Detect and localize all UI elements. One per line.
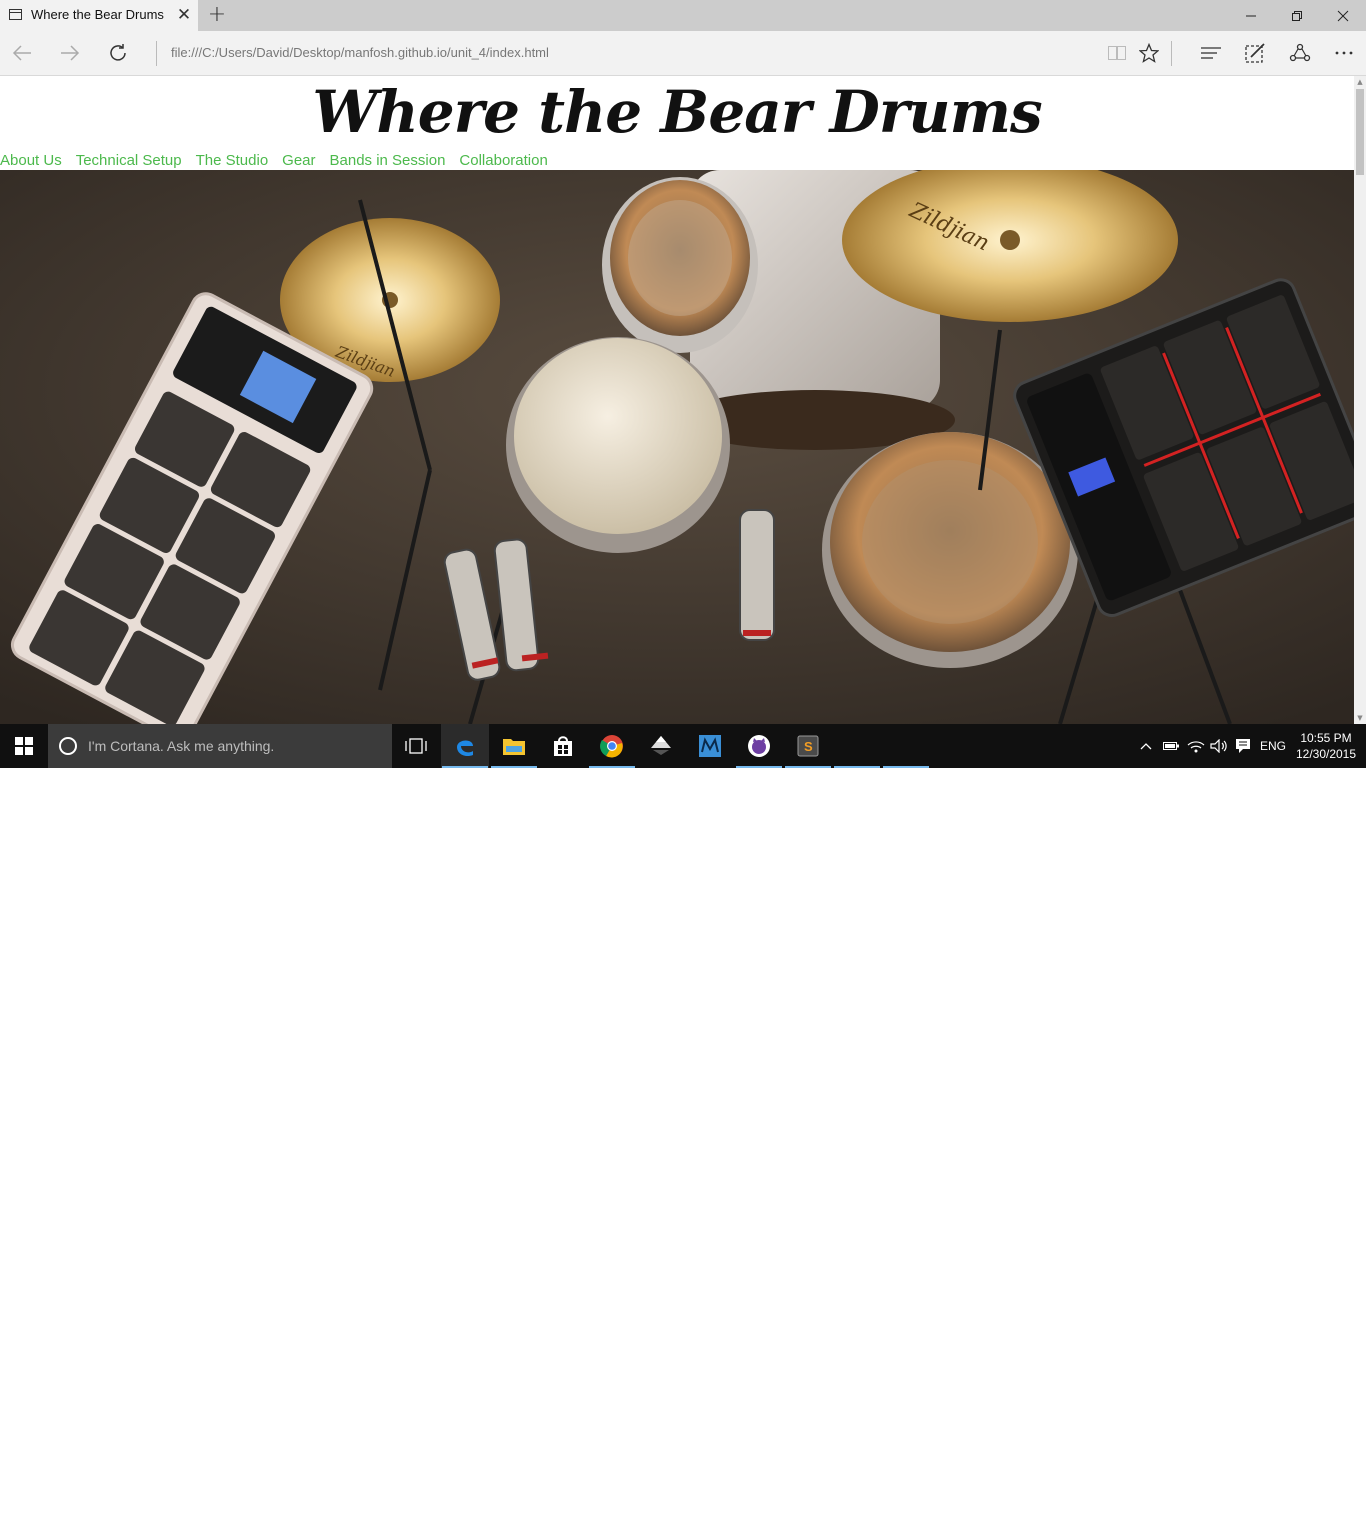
site-navigation: About Us Technical Setup The Studio Gear…: [0, 152, 562, 169]
web-note-button[interactable]: [1233, 31, 1277, 75]
more-icon: [1335, 51, 1353, 55]
task-view-button[interactable]: [392, 724, 440, 768]
scroll-thumb[interactable]: [1356, 89, 1364, 175]
nav-link-gear[interactable]: Gear: [282, 152, 315, 169]
restore-icon: [1292, 10, 1302, 21]
taskbar-inkscape[interactable]: [637, 724, 685, 768]
share-icon: [1289, 43, 1311, 62]
github-icon: [748, 735, 770, 757]
wifi-icon: [1187, 741, 1205, 753]
notification-icon: [1236, 739, 1250, 753]
taskbar-chrome[interactable]: [588, 724, 636, 768]
hub-icon: [1201, 47, 1221, 59]
taskbar-window-2[interactable]: [833, 724, 881, 768]
nav-link-technical-setup[interactable]: Technical Setup: [76, 152, 182, 169]
chevron-up-icon: [1140, 743, 1152, 750]
browser-tab[interactable]: Where the Bear Drums ✕: [0, 0, 198, 31]
taskbar-edge[interactable]: [441, 724, 489, 768]
page-icon: [9, 9, 22, 20]
favorite-button[interactable]: [1127, 31, 1171, 75]
battery-icon: [1163, 742, 1179, 750]
hero-drum-kit-image: Zildjian Zildjian: [0, 170, 1354, 724]
file-explorer-icon: [503, 739, 525, 755]
address-bar[interactable]: file:///C:/Users/David/Desktop/manfosh.g…: [171, 45, 549, 60]
taskbar-vmware[interactable]: [686, 724, 734, 768]
taskbar-github[interactable]: [735, 724, 783, 768]
browser-toolbar: file:///C:/Users/David/Desktop/manfosh.g…: [0, 31, 1366, 76]
nav-link-about-us[interactable]: About Us: [0, 152, 62, 169]
nav-link-the-studio[interactable]: The Studio: [196, 152, 269, 169]
star-icon: [1139, 43, 1159, 63]
refresh-icon: [110, 44, 126, 61]
drum-kit-photo: Zildjian Zildjian: [0, 170, 1354, 724]
back-arrow-icon: [12, 45, 31, 61]
speaker-icon: [1210, 739, 1227, 753]
taskbar-window-3[interactable]: [882, 724, 930, 768]
inkscape-icon: [651, 736, 671, 755]
windows-logo-icon: [15, 737, 33, 755]
page-viewport: Where the Bear Drums About Us Technical …: [0, 76, 1354, 724]
windows-taskbar: I'm Cortana. Ask me anything. S ENG 10:5…: [0, 724, 1366, 768]
share-button[interactable]: [1278, 31, 1322, 75]
action-center[interactable]: [1231, 724, 1255, 768]
volume-control[interactable]: [1208, 724, 1230, 768]
battery-status[interactable]: [1160, 724, 1182, 768]
web-note-icon: [1245, 43, 1265, 63]
nav-link-collaboration[interactable]: Collaboration: [459, 152, 547, 169]
forward-button[interactable]: [48, 31, 92, 75]
store-icon: [554, 736, 572, 756]
cortana-search-box[interactable]: I'm Cortana. Ask me anything.: [48, 724, 392, 768]
scroll-down-icon[interactable]: ▼: [1354, 712, 1366, 724]
cortana-placeholder: I'm Cortana. Ask me anything.: [88, 738, 275, 754]
more-button[interactable]: [1322, 31, 1366, 75]
system-clock[interactable]: 10:55 PM 12/30/2015: [1290, 730, 1362, 762]
forward-arrow-icon: [61, 45, 80, 61]
edge-icon: [457, 740, 473, 757]
vertical-scrollbar[interactable]: ▲ ▼: [1354, 76, 1366, 724]
network-status[interactable]: [1184, 724, 1208, 768]
refresh-button[interactable]: [96, 31, 140, 75]
task-view-icon: [405, 738, 427, 754]
close-window-button[interactable]: [1320, 0, 1366, 31]
vmware-icon: [699, 735, 721, 757]
cortana-icon: [59, 737, 77, 755]
svg-text:S: S: [804, 739, 813, 754]
reading-view-icon: [1108, 46, 1126, 60]
hub-button[interactable]: [1189, 31, 1233, 75]
back-button[interactable]: [0, 31, 44, 75]
close-icon: [1337, 10, 1349, 21]
taskbar-sublime-text[interactable]: S: [784, 724, 832, 768]
minimize-button[interactable]: [1228, 0, 1274, 31]
page-title: Where the Bear Drums: [312, 78, 1042, 146]
browser-titlebar: Where the Bear Drums ✕ +: [0, 0, 1366, 31]
input-language[interactable]: ENG: [1258, 724, 1288, 768]
close-tab-icon[interactable]: ✕: [176, 5, 192, 25]
address-separator: [156, 41, 157, 66]
new-tab-icon[interactable]: +: [206, 3, 228, 27]
tab-title: Where the Bear Drums: [31, 7, 164, 22]
restore-button[interactable]: [1274, 0, 1320, 31]
taskbar-file-explorer[interactable]: [490, 724, 538, 768]
taskbar-store[interactable]: [539, 724, 587, 768]
start-button[interactable]: [0, 724, 48, 768]
sublime-text-icon: S: [797, 735, 819, 757]
toolbar-separator: [1171, 41, 1172, 66]
nav-link-bands-in-session[interactable]: Bands in Session: [330, 152, 446, 169]
clock-time: 10:55 PM: [1300, 731, 1352, 745]
scroll-up-icon[interactable]: ▲: [1354, 76, 1366, 88]
minimize-icon: [1246, 15, 1256, 16]
show-hidden-icons[interactable]: [1136, 724, 1156, 768]
chrome-icon: [600, 735, 623, 758]
clock-date: 12/30/2015: [1295, 747, 1357, 761]
